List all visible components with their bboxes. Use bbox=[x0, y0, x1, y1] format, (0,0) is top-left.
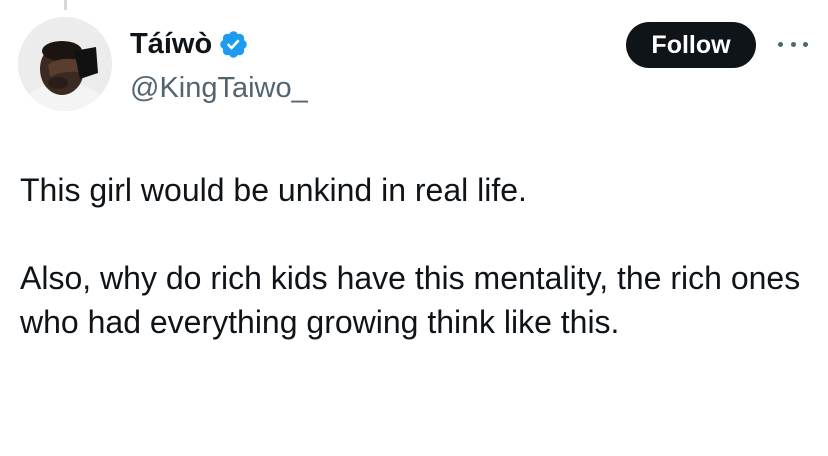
more-dot bbox=[790, 41, 796, 47]
tweet-text: This girl would be unkind in real life. … bbox=[20, 168, 810, 344]
tweet-paragraph: This girl would be unkind in real life. bbox=[20, 172, 527, 208]
more-horizontal-icon[interactable] bbox=[778, 36, 808, 52]
author-name-row: Táíwò bbox=[130, 26, 249, 62]
tweet-paragraph: Also, why do rich kids have this mentali… bbox=[20, 260, 801, 340]
more-dot bbox=[803, 41, 808, 47]
author-display-name[interactable]: Táíwò bbox=[130, 26, 212, 62]
author-handle[interactable]: @KingTaiwo_ bbox=[130, 70, 308, 106]
more-dot bbox=[778, 41, 783, 47]
avatar[interactable] bbox=[18, 17, 112, 111]
verified-badge-icon bbox=[218, 29, 249, 60]
follow-button[interactable]: Follow bbox=[626, 22, 756, 68]
avatar-image bbox=[18, 17, 112, 111]
thread-connector-line bbox=[64, 0, 67, 10]
